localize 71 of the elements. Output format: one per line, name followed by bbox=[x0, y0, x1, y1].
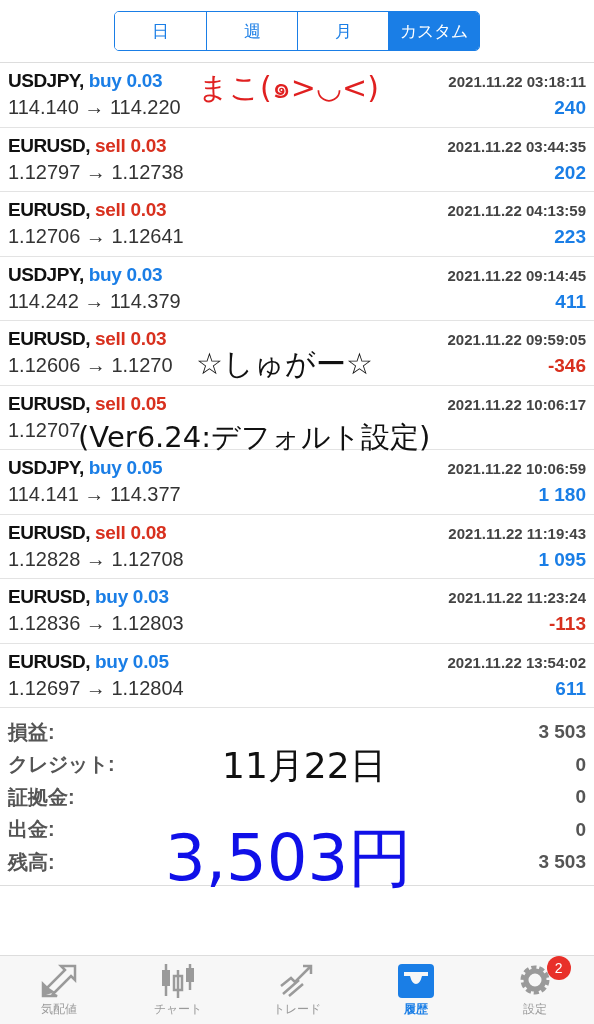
profit-value: 223 bbox=[554, 226, 586, 249]
order-label: buy 0.03 bbox=[88, 263, 163, 286]
nav-tab[interactable]: 履歴 bbox=[356, 956, 476, 1024]
trade-time: 2021.11.22 09:14:45 bbox=[447, 266, 586, 284]
trade-time: 2021.11.22 10:06:17 bbox=[447, 395, 586, 413]
price-label: 1.12828 → 1.12708 bbox=[8, 547, 184, 571]
symbol-label: USDJPY, bbox=[8, 263, 84, 286]
summary-label: 残高: bbox=[8, 849, 55, 875]
price-label: 1.12697 → 1.12804 bbox=[8, 676, 184, 700]
summary-value: 3 503 bbox=[538, 721, 586, 744]
profit-value: -346 bbox=[547, 355, 586, 378]
order-label: buy 0.05 bbox=[88, 457, 163, 480]
trade-time: 2021.11.22 11:23:24 bbox=[448, 589, 586, 607]
symbol-label: EURUSD, bbox=[8, 586, 90, 609]
profit-value: 1 180 bbox=[538, 484, 586, 507]
price-label: 1.12797 → 1.12738 bbox=[8, 160, 184, 184]
symbol-label: EURUSD, bbox=[8, 199, 90, 222]
period-tab[interactable]: カスタム bbox=[388, 12, 479, 50]
profit-value: -113 bbox=[549, 613, 586, 636]
summary-label: 出金: bbox=[8, 817, 55, 843]
price-label: 114.242 → 114.379 bbox=[8, 289, 181, 313]
order-label: sell 0.05 bbox=[95, 392, 167, 415]
symbol-label: USDJPY, bbox=[8, 457, 84, 480]
handwritten-note: 3,503円 bbox=[165, 820, 413, 897]
nav-tab[interactable]: チャート bbox=[118, 956, 238, 1024]
profit-value: 240 bbox=[554, 97, 586, 120]
nav-tab[interactable]: 2 設定 bbox=[475, 956, 594, 1024]
order-label: sell 0.08 bbox=[95, 521, 167, 544]
summary-value: 0 bbox=[575, 818, 586, 841]
price-label: 114.141 → 114.377 bbox=[8, 483, 181, 507]
handwritten-note: まこ(๑>◡<) bbox=[198, 70, 379, 106]
price-label: 114.140 → 114.220 bbox=[8, 96, 181, 120]
notification-badge: 2 bbox=[546, 956, 571, 980]
symbol-label: EURUSD, bbox=[8, 650, 90, 673]
summary-value: 0 bbox=[575, 786, 586, 809]
symbol-label: USDJPY, bbox=[8, 70, 84, 93]
symbol-label: EURUSD, bbox=[8, 134, 90, 157]
symbol-label: EURUSD, bbox=[8, 328, 90, 351]
summary-value: 3 503 bbox=[538, 851, 586, 874]
order-label: buy 0.03 bbox=[88, 70, 163, 93]
order-label: sell 0.03 bbox=[95, 328, 167, 351]
profit-value: 611 bbox=[555, 677, 586, 700]
order-label: buy 0.03 bbox=[95, 586, 169, 609]
handwritten-note: ☆しゅがー☆ bbox=[196, 346, 373, 382]
inbox-icon bbox=[395, 962, 436, 998]
summary-label: クレジット: bbox=[8, 752, 115, 778]
price-label: 1.12606 → 1.1270 bbox=[8, 354, 173, 378]
price-label: 1.12706 → 1.12641 bbox=[8, 225, 184, 249]
profit-value: 411 bbox=[555, 290, 586, 313]
price-label: 1.12836 → 1.12803 bbox=[8, 612, 184, 636]
nav-tab[interactable]: 気配値 bbox=[0, 956, 119, 1024]
symbol-label: EURUSD, bbox=[8, 392, 90, 415]
summary-value: 0 bbox=[575, 753, 586, 776]
order-label: sell 0.03 bbox=[95, 134, 167, 157]
order-label: buy 0.05 bbox=[95, 650, 169, 673]
trade-time: 2021.11.22 11:19:43 bbox=[448, 524, 586, 542]
handwritten-note: 11月22日 bbox=[222, 744, 386, 788]
trade-time: 2021.11.22 03:44:35 bbox=[447, 137, 586, 155]
trade-time: 2021.11.22 03:18:11 bbox=[448, 73, 586, 91]
profit-value: 202 bbox=[554, 161, 586, 184]
symbol-label: EURUSD, bbox=[8, 521, 90, 544]
nav-tab[interactable]: トレード bbox=[237, 956, 357, 1024]
trade-time: 2021.11.22 09:59:05 bbox=[447, 331, 586, 349]
order-label: sell 0.03 bbox=[95, 199, 167, 222]
trade-time: 2021.11.22 10:06:59 bbox=[447, 460, 586, 478]
price-label: 1.12707 bbox=[8, 418, 81, 441]
trade-time: 2021.11.22 04:13:59 bbox=[447, 202, 586, 220]
trade-time: 2021.11.22 13:54:02 bbox=[447, 653, 586, 671]
summary-label: 損益: bbox=[8, 719, 55, 745]
profit-value: 1 095 bbox=[538, 548, 586, 571]
summary-label: 証拠金: bbox=[8, 784, 75, 810]
